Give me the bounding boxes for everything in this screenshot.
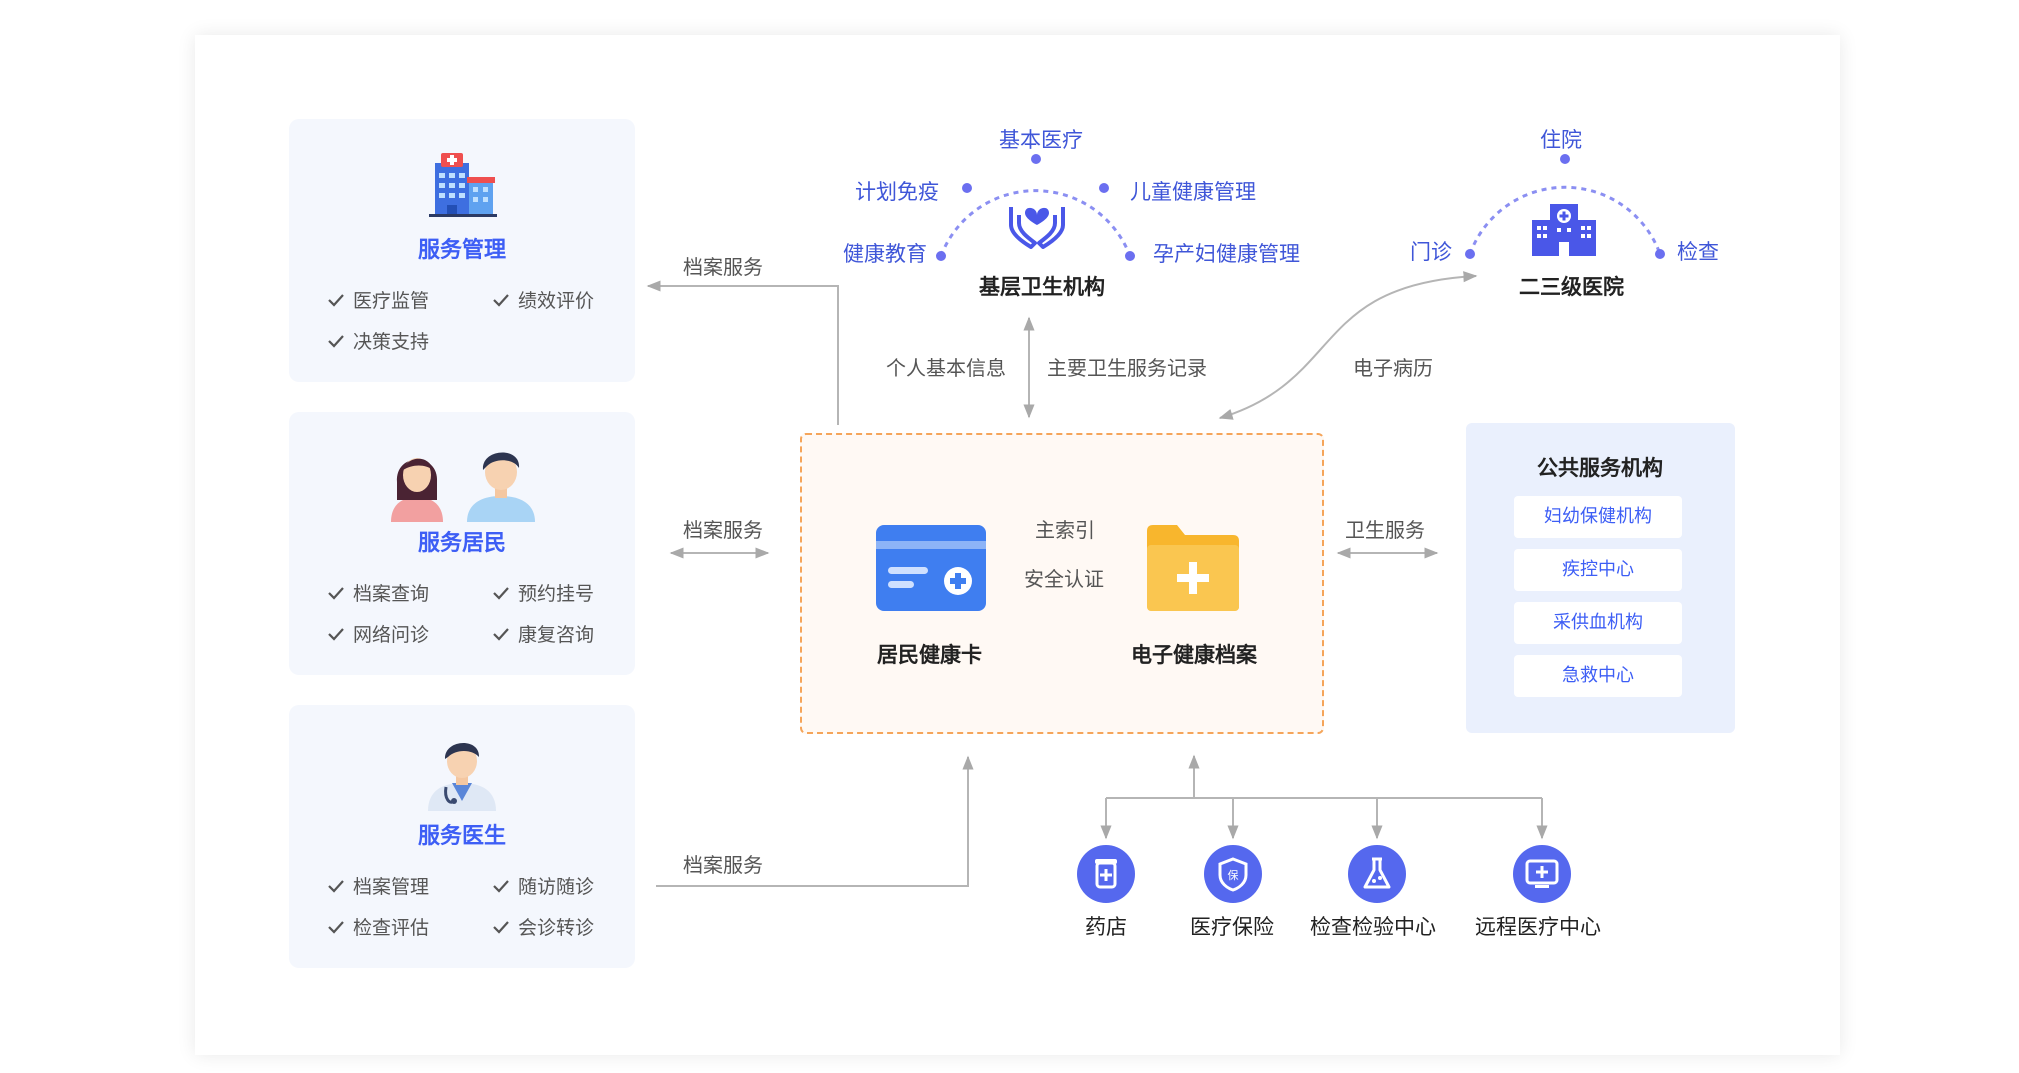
check-icon — [328, 293, 344, 307]
telemedicine-monitor-icon — [1513, 845, 1571, 903]
archive-service-label: 档案服务 — [683, 518, 763, 542]
check-icon — [493, 879, 509, 893]
arc-service-label: 计划免疫 — [855, 180, 939, 204]
feature-item: 会诊转诊 — [492, 913, 594, 940]
public-service-item: 急救中心 — [1514, 655, 1682, 697]
check-icon — [493, 627, 509, 641]
feature-label: 决策支持 — [353, 331, 430, 353]
check-icon — [493, 586, 509, 600]
feature-label: 随访随诊 — [518, 876, 595, 898]
card-service-management: 服务管理 医疗监管 绩效评价 决策支持 — [289, 119, 635, 382]
check-icon — [493, 293, 509, 307]
feature-label: 档案管理 — [353, 876, 430, 898]
health-service-label: 卫生服务 — [1345, 518, 1425, 542]
feature-label: 档案查询 — [353, 583, 430, 605]
check-icon — [493, 920, 509, 934]
feature-item: 网络问诊 — [327, 620, 429, 647]
check-icon — [328, 920, 344, 934]
arc-dot — [936, 251, 946, 261]
arc-service-label: 儿童健康管理 — [1130, 180, 1256, 204]
bottom-node-label: 药店 — [1085, 915, 1127, 939]
arc-dot — [962, 183, 972, 193]
health-card-label: 居民健康卡 — [877, 643, 982, 667]
health-card-icon — [876, 525, 986, 611]
feature-item: 随访随诊 — [492, 872, 594, 899]
electronic-record-label: 电子病历 — [1353, 356, 1433, 380]
public-service-item: 疾控中心 — [1514, 549, 1682, 591]
feature-label: 会诊转诊 — [518, 917, 595, 939]
personal-info-label: 个人基本信息 — [886, 356, 1006, 380]
health-record-label: 电子健康档案 — [1131, 643, 1257, 667]
arc-dot — [1099, 183, 1109, 193]
health-record-folder-icon — [1147, 525, 1239, 611]
health-record-label: 主要卫生服务记录 — [1047, 356, 1207, 380]
grassroots-label: 基层卫生机构 — [979, 275, 1105, 299]
arc-service-label: 健康教育 — [843, 242, 927, 266]
feature-label: 绩效评价 — [518, 290, 595, 312]
feature-item: 档案管理 — [327, 872, 429, 899]
feature-label: 康复咨询 — [518, 624, 595, 646]
hospital-icon — [1532, 204, 1596, 256]
check-icon — [328, 627, 344, 641]
card-title: 服务管理 — [417, 238, 506, 263]
link-archive-top — [646, 280, 839, 425]
doctor-icon — [428, 742, 496, 811]
feature-label: 网络问诊 — [353, 624, 430, 646]
arc-dot — [1655, 249, 1665, 259]
feature-label: 预约挂号 — [518, 583, 595, 605]
check-icon — [328, 879, 344, 893]
arc-service-label: 住院 — [1540, 128, 1582, 152]
bottom-node-label: 医疗保险 — [1190, 915, 1274, 939]
bottom-node-label: 远程医疗中心 — [1475, 915, 1601, 939]
link-hospital-curve — [1218, 271, 1478, 420]
arc-service-label: 检查 — [1677, 240, 1719, 264]
feature-label: 医疗监管 — [353, 290, 430, 312]
card-title: 服务居民 — [417, 531, 506, 556]
arc-service-label: 基本医疗 — [999, 128, 1083, 152]
master-index-label: 主索引 — [1035, 518, 1095, 542]
svg-text:保: 保 — [1228, 868, 1239, 882]
check-icon — [328, 334, 344, 348]
feature-label: 检查评估 — [353, 917, 430, 939]
lab-flask-icon — [1348, 845, 1406, 903]
arc-dot — [1465, 249, 1475, 259]
residents-couple-icon — [391, 452, 535, 522]
feature-item: 绩效评价 — [492, 286, 594, 313]
feature-item: 决策支持 — [327, 327, 429, 354]
card-title: 服务医生 — [417, 824, 506, 849]
public-services-title: 公共服务机构 — [1537, 456, 1663, 480]
check-icon — [328, 586, 344, 600]
feature-item: 检查评估 — [327, 913, 429, 940]
caring-hands-heart-icon — [1009, 207, 1065, 249]
feature-item: 医疗监管 — [327, 286, 429, 313]
arc-dot — [1560, 154, 1570, 164]
card-service-residents: 服务居民 档案查询 预约挂号 网络问诊 康复咨询 — [289, 412, 635, 675]
pharmacy-icon — [1077, 845, 1135, 903]
archive-service-label: 档案服务 — [683, 255, 763, 279]
insurance-shield-icon: 保 — [1204, 845, 1262, 903]
security-auth-label: 安全认证 — [1024, 567, 1104, 591]
arc-service-label: 孕产妇健康管理 — [1153, 242, 1300, 266]
feature-item: 预约挂号 — [492, 579, 594, 606]
public-service-item: 采供血机构 — [1514, 602, 1682, 644]
public-service-item: 妇幼保健机构 — [1514, 496, 1682, 538]
arc-dot — [1031, 154, 1041, 164]
archive-service-label: 档案服务 — [683, 853, 763, 877]
feature-item: 康复咨询 — [492, 620, 594, 647]
arc-service-label: 门诊 — [1410, 240, 1452, 264]
hospital-label: 二三级医院 — [1519, 275, 1624, 299]
arc-dot — [1125, 251, 1135, 261]
hospital-building-icon — [429, 153, 497, 217]
feature-item: 档案查询 — [327, 579, 429, 606]
card-service-doctors: 服务医生 档案管理 随访随诊 检查评估 会诊转诊 — [289, 705, 635, 968]
bottom-node-label: 检查检验中心 — [1310, 915, 1436, 939]
